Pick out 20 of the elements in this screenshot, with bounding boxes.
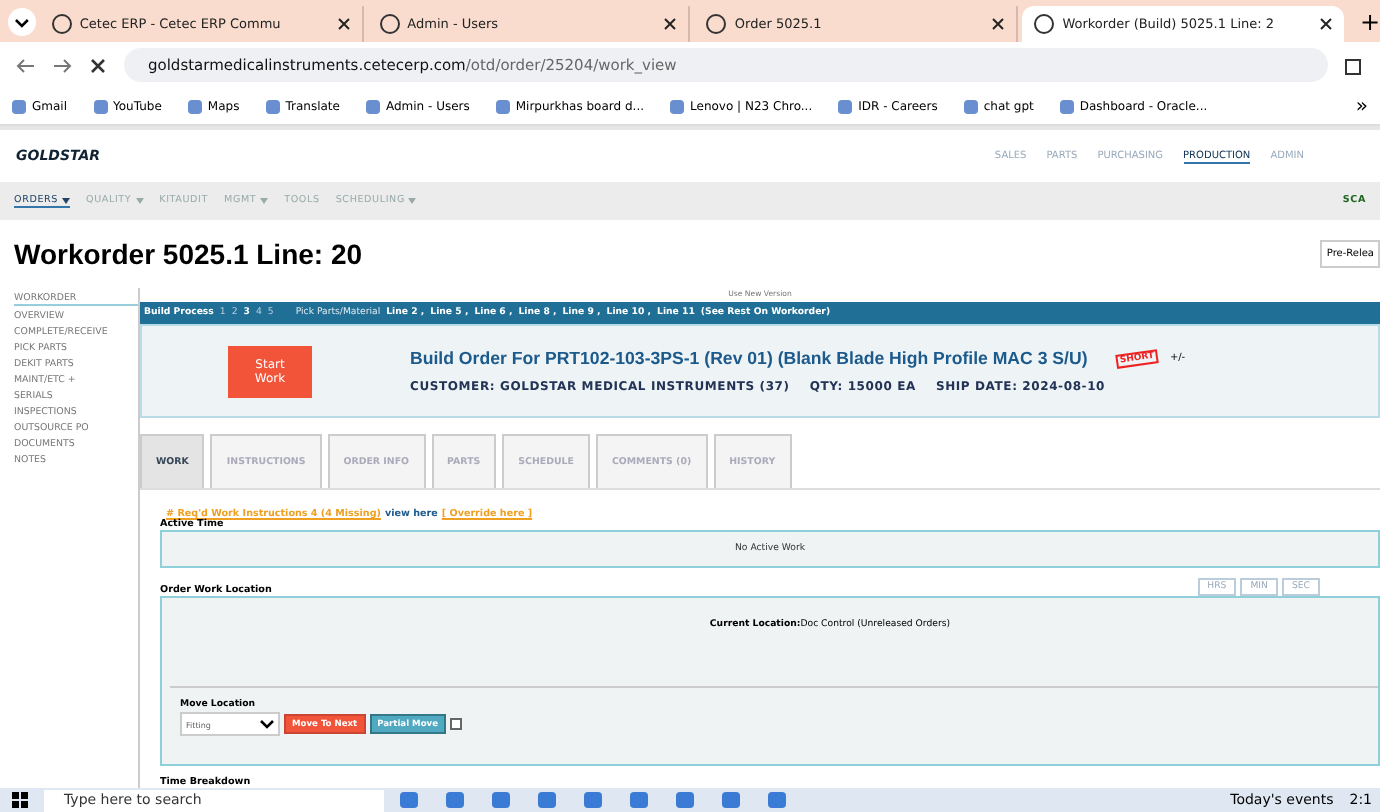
site-icon [51, 14, 72, 34]
tab-list-icon[interactable] [8, 8, 36, 36]
site-icon [1034, 14, 1055, 34]
page-title: Workorder 5025.1 Line: 20 [14, 238, 363, 270]
caret-icon [260, 719, 274, 729]
stop-icon[interactable] [88, 55, 108, 75]
forward-icon[interactable] [52, 55, 72, 75]
close-icon[interactable] [1319, 18, 1332, 30]
more-bookmarks-button[interactable]: » [1355, 95, 1368, 117]
close-icon[interactable] [992, 18, 1005, 30]
new-tab-button[interactable]: + [1359, 8, 1380, 36]
checkbox[interactable] [450, 718, 462, 730]
back-icon[interactable] [16, 55, 36, 75]
close-icon[interactable] [337, 18, 350, 30]
site-icon [379, 14, 400, 34]
extensions-icon[interactable] [1344, 55, 1364, 75]
site-icon [706, 14, 727, 34]
order-title: Build Order For PRT102-103-3PS-1 (Rev 01) (Blank Blade High Profile MAC 3 S/U) [410, 348, 1088, 368]
close-icon[interactable] [664, 18, 677, 30]
windows-icon[interactable] [12, 792, 28, 808]
